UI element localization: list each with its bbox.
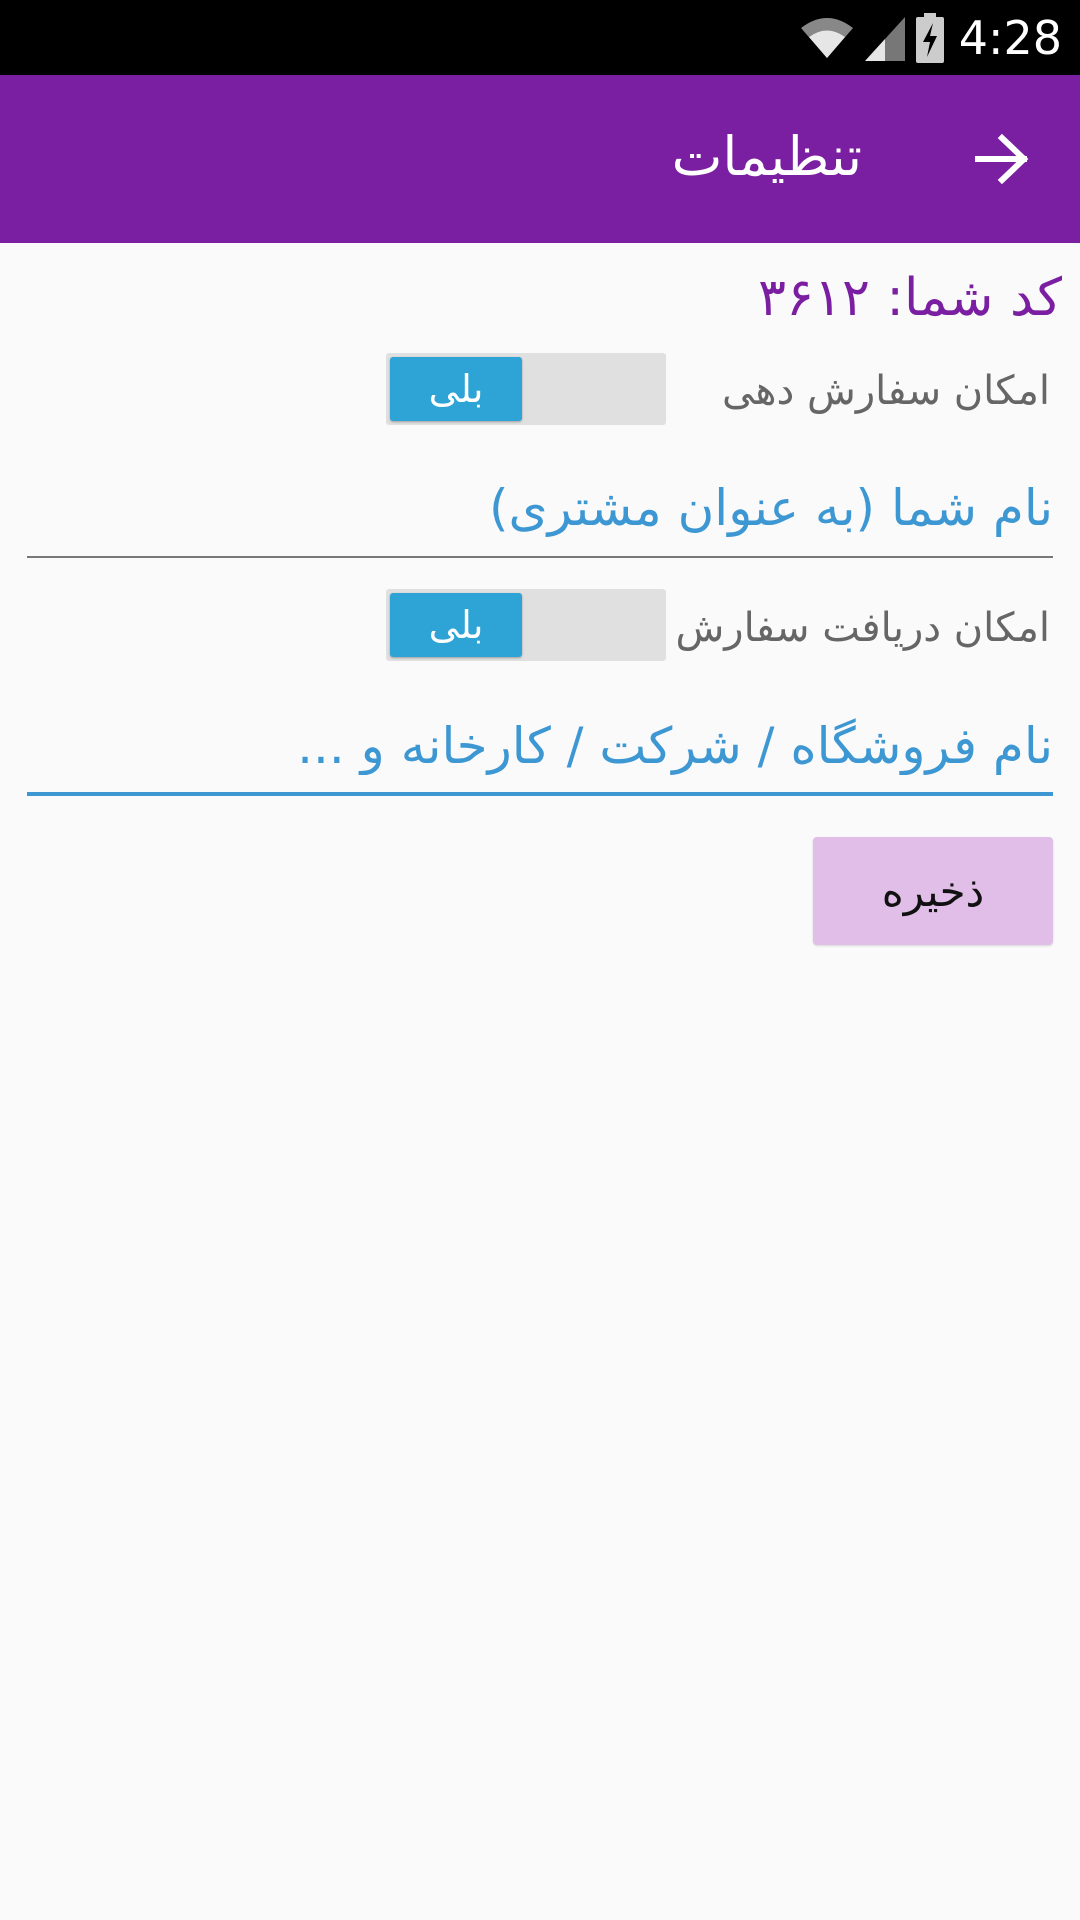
page-title: تنظیمات [671, 125, 862, 188]
status-bar: 4:28 [0, 0, 1080, 75]
receiving-toggle[interactable]: بلی [386, 589, 666, 661]
name-field [27, 468, 1053, 558]
back-button[interactable] [964, 121, 1040, 197]
name-field-underline [27, 556, 1053, 558]
app-bar: تنظیمات [0, 75, 1080, 243]
ordering-toggle-thumb: بلی [390, 357, 522, 421]
ordering-toggle-label: امکان سفارش دهی [722, 368, 1050, 414]
store-name-field-underline [27, 792, 1053, 796]
user-code: کد شما: ۳۶۱۲ [758, 268, 1062, 328]
save-button[interactable]: ذخیره [813, 837, 1053, 945]
store-name-input[interactable] [27, 706, 1053, 786]
receiving-toggle-thumb: بلی [390, 593, 522, 657]
arrow-right-icon [975, 134, 1029, 184]
store-name-field [27, 706, 1053, 796]
status-time: 4:28 [958, 10, 1062, 65]
cell-signal-icon [864, 16, 905, 61]
wifi-icon [800, 17, 853, 58]
receiving-toggle-label: امکان دریافت سفارش [675, 605, 1050, 651]
name-input[interactable] [27, 468, 1053, 548]
battery-charging-icon [915, 12, 944, 63]
status-icons: 4:28 [799, 0, 1062, 75]
ordering-toggle[interactable]: بلی [386, 353, 666, 425]
